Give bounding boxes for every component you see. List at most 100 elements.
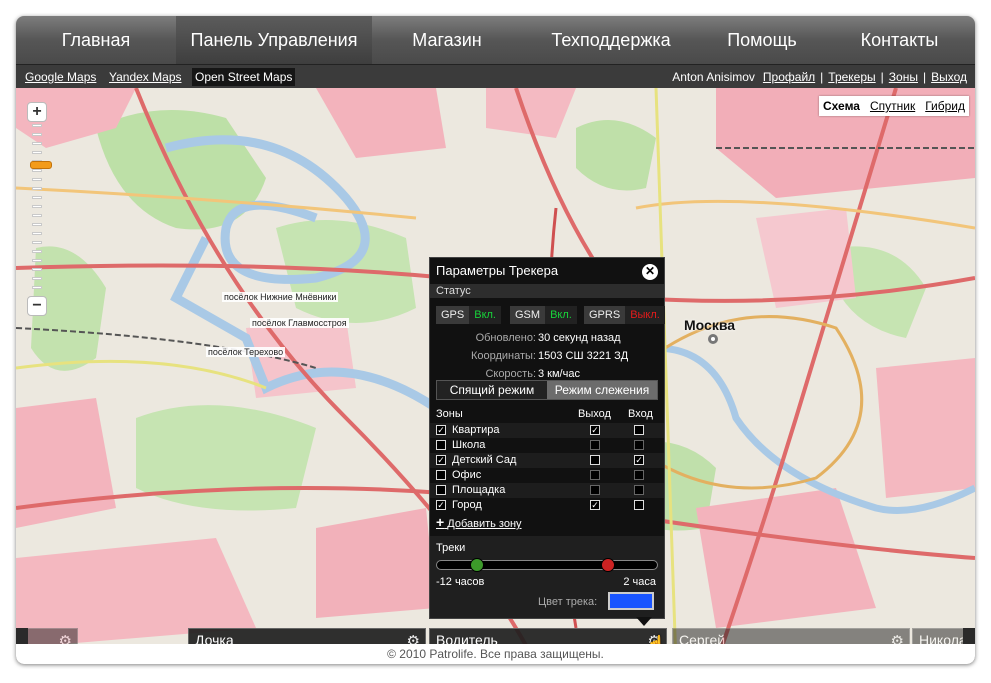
- app-window: Главная Панель Управления Магазин Техподдер…: [16, 16, 975, 664]
- status-name: GPS: [436, 306, 470, 324]
- sub-navigation-bar: Google Maps Yandex Maps Open Street Maps…: [16, 64, 975, 88]
- zones-link[interactable]: Зоны: [889, 68, 918, 86]
- map-type-hybrid[interactable]: Гибрид: [925, 96, 965, 116]
- status-value: Вкл.: [469, 306, 501, 324]
- user-name: Anton Anisimov: [672, 70, 755, 84]
- zone-name: Город: [452, 499, 482, 511]
- zone-exit-checkbox[interactable]: [590, 485, 600, 495]
- info-key: Координаты:: [470, 350, 536, 362]
- track-min-label: -12 часов: [436, 576, 485, 588]
- zoom-tick[interactable]: [32, 142, 42, 145]
- zoom-tick[interactable]: [32, 124, 42, 127]
- zoom-tick[interactable]: [32, 133, 42, 136]
- map-type-scheme[interactable]: Схема: [823, 96, 860, 116]
- nav-item-2[interactable]: Магазин: [372, 16, 522, 64]
- tracks-label: Треки: [436, 542, 466, 554]
- map-type-satellite[interactable]: Спутник: [870, 96, 915, 116]
- zone-exit-checkbox[interactable]: ✓: [590, 425, 600, 435]
- zone-exit-checkbox[interactable]: [590, 455, 600, 465]
- logout-link[interactable]: Выход: [931, 68, 967, 86]
- zone-exit-checkbox[interactable]: [590, 470, 600, 480]
- zones-header: Зоны Выход Вход: [430, 408, 664, 422]
- info-value: 3 км/час: [538, 368, 580, 380]
- zone-name: Площадка: [452, 484, 506, 496]
- zone-checkbox[interactable]: ✓: [436, 425, 446, 435]
- track-range-slider[interactable]: [436, 558, 658, 572]
- status-gsm: GSM Вкл.: [510, 306, 577, 324]
- profile-link[interactable]: Профайл: [763, 68, 815, 86]
- zone-checkbox[interactable]: [436, 485, 446, 495]
- track-color-picker[interactable]: [608, 592, 654, 610]
- zone-name: Офис: [452, 469, 482, 481]
- zoom-tick[interactable]: [32, 178, 42, 181]
- mode-switch: Спящий режим Режим слежения: [436, 380, 658, 400]
- status-value: Вкл.: [545, 306, 577, 324]
- zone-row: ✓ Квартира ✓: [430, 423, 664, 438]
- map-provider-google[interactable]: Google Maps: [22, 68, 99, 86]
- track-start-handle[interactable]: [469, 558, 484, 572]
- info-row: Координаты: 1503 СШ 3221 ЗД: [430, 350, 664, 364]
- nav-item-0[interactable]: Главная: [16, 16, 176, 64]
- zoom-tick[interactable]: [32, 232, 42, 235]
- zoom-tick[interactable]: [32, 277, 42, 280]
- status-name: GPRS: [584, 306, 626, 324]
- zoom-tick[interactable]: [32, 205, 42, 208]
- zoom-tick[interactable]: [32, 268, 42, 271]
- close-icon[interactable]: ✕: [642, 264, 658, 280]
- track-color-label: Цвет трека:: [538, 596, 598, 608]
- status-name: GSM: [510, 306, 546, 324]
- map-provider-osm[interactable]: Open Street Maps: [192, 68, 296, 86]
- zoom-tick[interactable]: [32, 169, 42, 172]
- trackers-link[interactable]: Трекеры: [828, 68, 875, 86]
- top-navigation: Главная Панель Управления Магазин Техподдер…: [16, 16, 975, 64]
- add-zone-link[interactable]: + Добавить зону: [436, 514, 522, 530]
- panel-title: Параметры Трекера: [436, 263, 559, 278]
- nav-item-1[interactable]: Панель Управления: [176, 16, 372, 64]
- zone-checkbox[interactable]: ✓: [436, 455, 446, 465]
- map-provider-yandex[interactable]: Yandex Maps: [106, 68, 185, 86]
- zoom-out-button[interactable]: −: [27, 296, 47, 316]
- zoom-tick[interactable]: [32, 223, 42, 226]
- zone-checkbox[interactable]: [436, 440, 446, 450]
- zoom-control: + −: [26, 102, 52, 316]
- zone-enter-checkbox[interactable]: [634, 470, 644, 480]
- zone-exit-checkbox[interactable]: [590, 440, 600, 450]
- status-gprs: GPRS Выкл.: [584, 306, 665, 324]
- zones-column-name: Зоны: [436, 408, 463, 420]
- zone-enter-checkbox[interactable]: [634, 500, 644, 510]
- sleep-mode-button[interactable]: Спящий режим: [437, 381, 547, 399]
- zoom-tick[interactable]: [32, 259, 42, 262]
- track-end-handle[interactable]: [600, 558, 615, 572]
- zone-row: Офис: [430, 468, 664, 483]
- zone-name: Квартира: [452, 424, 500, 436]
- nav-item-4[interactable]: Помощь: [700, 16, 824, 64]
- zoom-handle[interactable]: [30, 161, 52, 170]
- zoom-in-button[interactable]: +: [27, 102, 47, 122]
- info-row: Обновлено: 30 секунд назад: [430, 332, 664, 346]
- nav-item-5[interactable]: Контакты: [824, 16, 975, 64]
- zoom-tick[interactable]: [32, 187, 42, 190]
- zones-column-exit: Выход: [578, 408, 611, 420]
- zone-enter-checkbox[interactable]: [634, 425, 644, 435]
- nav-item-3[interactable]: Техподдержка: [522, 16, 700, 64]
- zone-enter-checkbox[interactable]: [634, 440, 644, 450]
- zoom-tick[interactable]: [32, 151, 42, 154]
- zoom-track[interactable]: [30, 124, 52, 294]
- zone-checkbox[interactable]: ✓: [436, 500, 446, 510]
- tracker-settings-panel: Параметры Трекера ✕ Статус GPS Вкл. GSM Вкл…: [429, 257, 665, 619]
- zone-exit-checkbox[interactable]: ✓: [590, 500, 600, 510]
- user-links: Anton Anisimov Профайл | Трекеры | Зоны | В…: [672, 68, 967, 86]
- tracking-mode-button[interactable]: Режим слежения: [547, 381, 657, 399]
- zoom-tick[interactable]: [32, 196, 42, 199]
- map-view[interactable]: Схема Спутник Гибрид + − посёлок Нижние …: [16, 88, 975, 664]
- zoom-tick[interactable]: [32, 241, 42, 244]
- status-gps: GPS Вкл.: [436, 306, 501, 324]
- zone-enter-checkbox[interactable]: ✓: [634, 455, 644, 465]
- zone-checkbox[interactable]: [436, 470, 446, 480]
- info-key: Скорость:: [485, 368, 536, 380]
- zoom-tick[interactable]: [32, 286, 42, 289]
- tracks-section: Треки -12 часов 2 часа Цвет трека:: [430, 536, 664, 618]
- zoom-tick[interactable]: [32, 214, 42, 217]
- zone-enter-checkbox[interactable]: [634, 485, 644, 495]
- zoom-tick[interactable]: [32, 250, 42, 253]
